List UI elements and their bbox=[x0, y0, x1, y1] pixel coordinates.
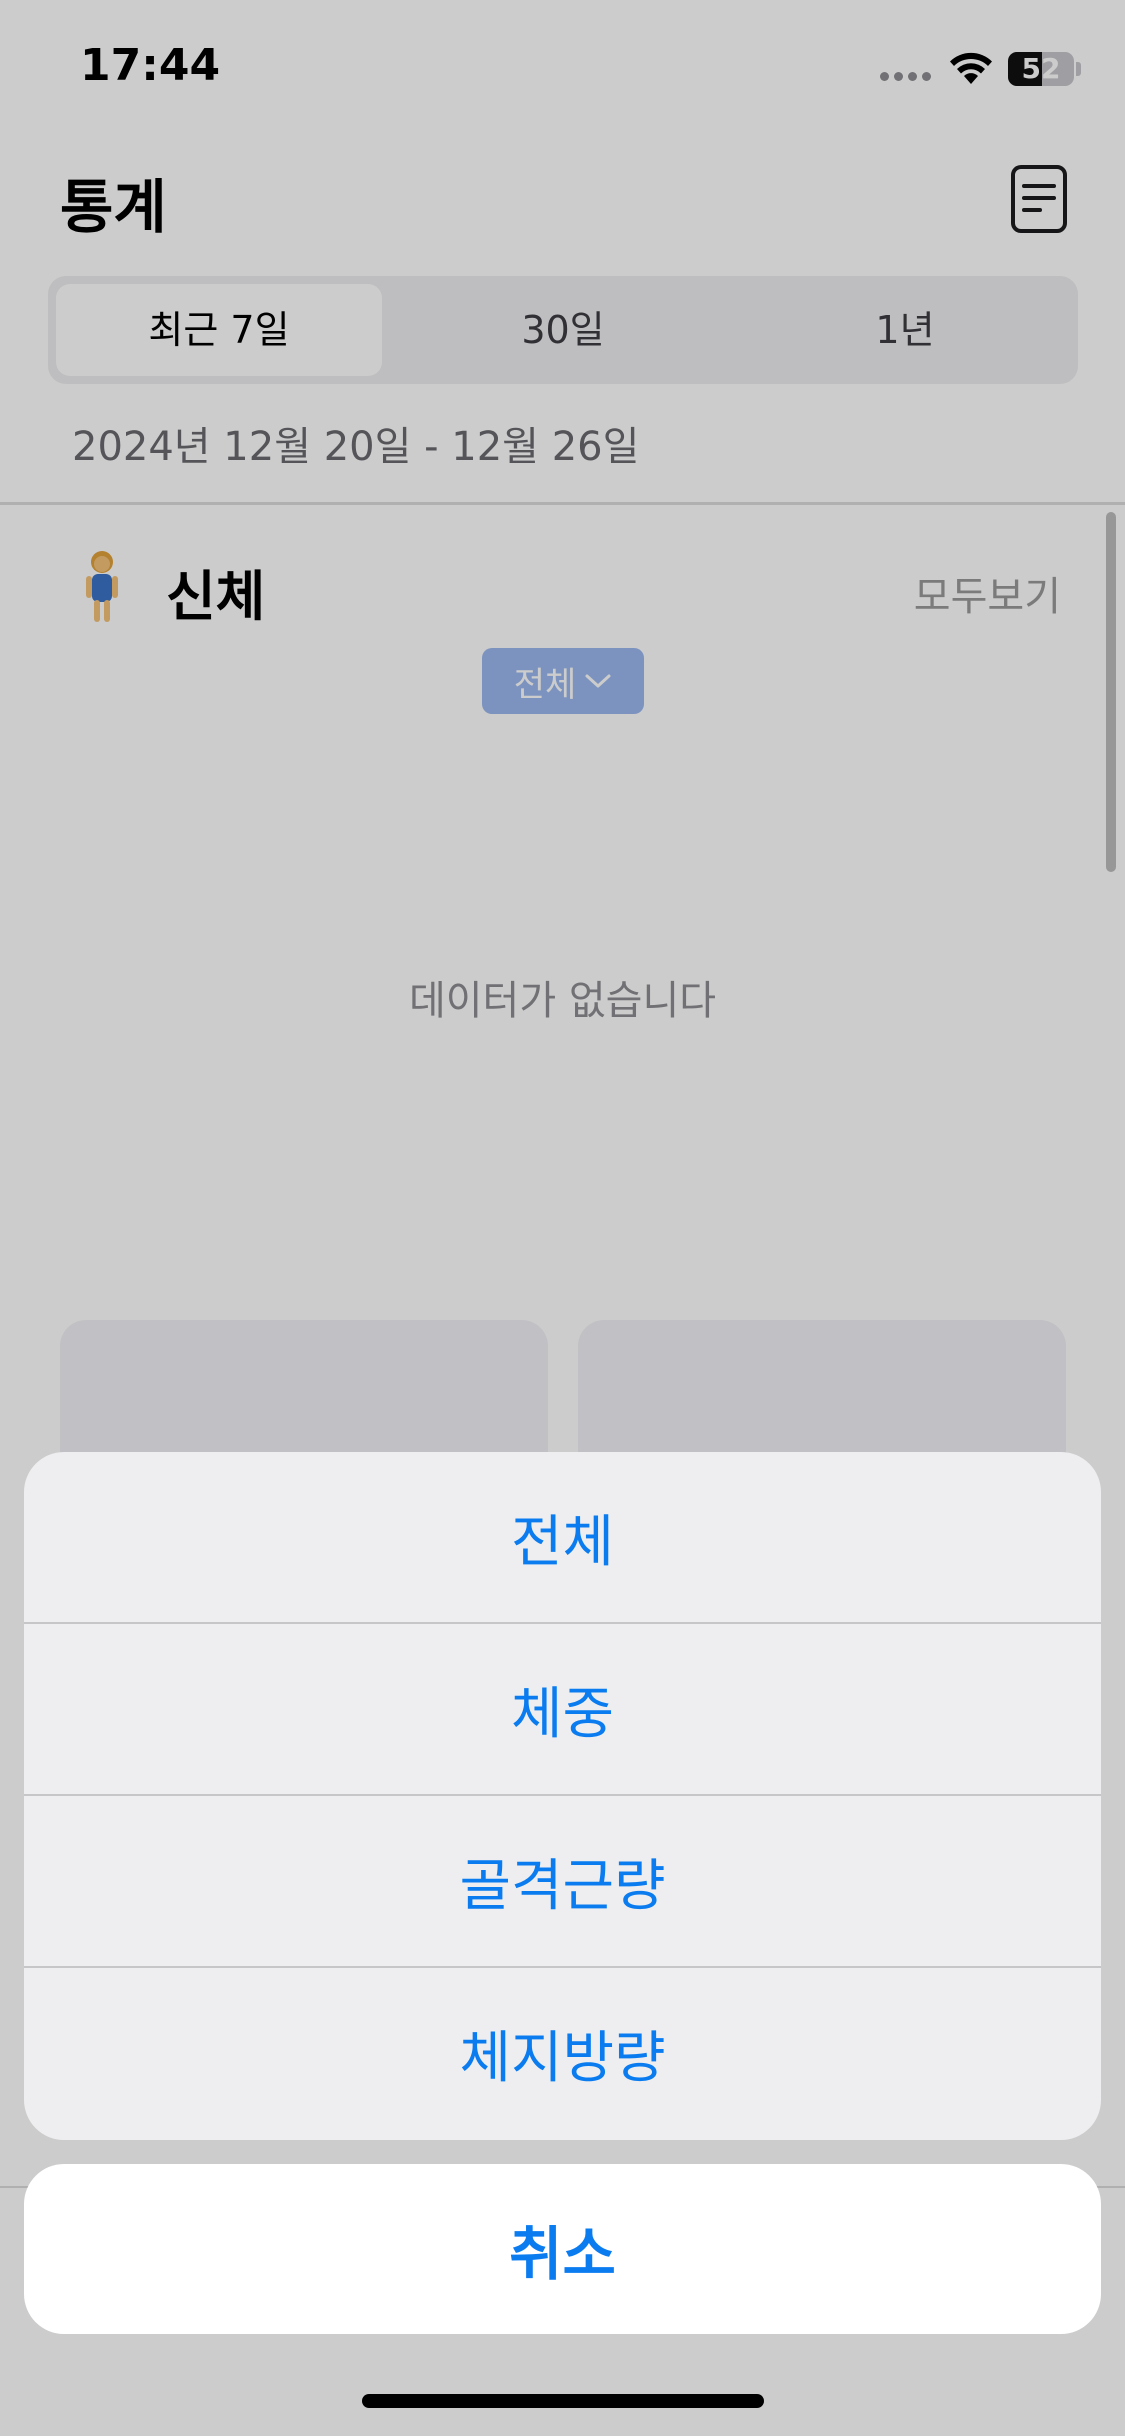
home-indicator[interactable] bbox=[362, 2394, 764, 2408]
action-sheet: 전체 체중 골격근량 체지방량 bbox=[24, 1452, 1101, 2140]
sheet-option-muscle-mass[interactable]: 골격근량 bbox=[24, 1796, 1101, 1966]
cancel-button[interactable]: 취소 bbox=[24, 2164, 1101, 2334]
sheet-option-all[interactable]: 전체 bbox=[24, 1452, 1101, 1622]
sheet-option-body-fat[interactable]: 체지방량 bbox=[24, 1968, 1101, 2138]
sheet-option-weight[interactable]: 체중 bbox=[24, 1624, 1101, 1794]
